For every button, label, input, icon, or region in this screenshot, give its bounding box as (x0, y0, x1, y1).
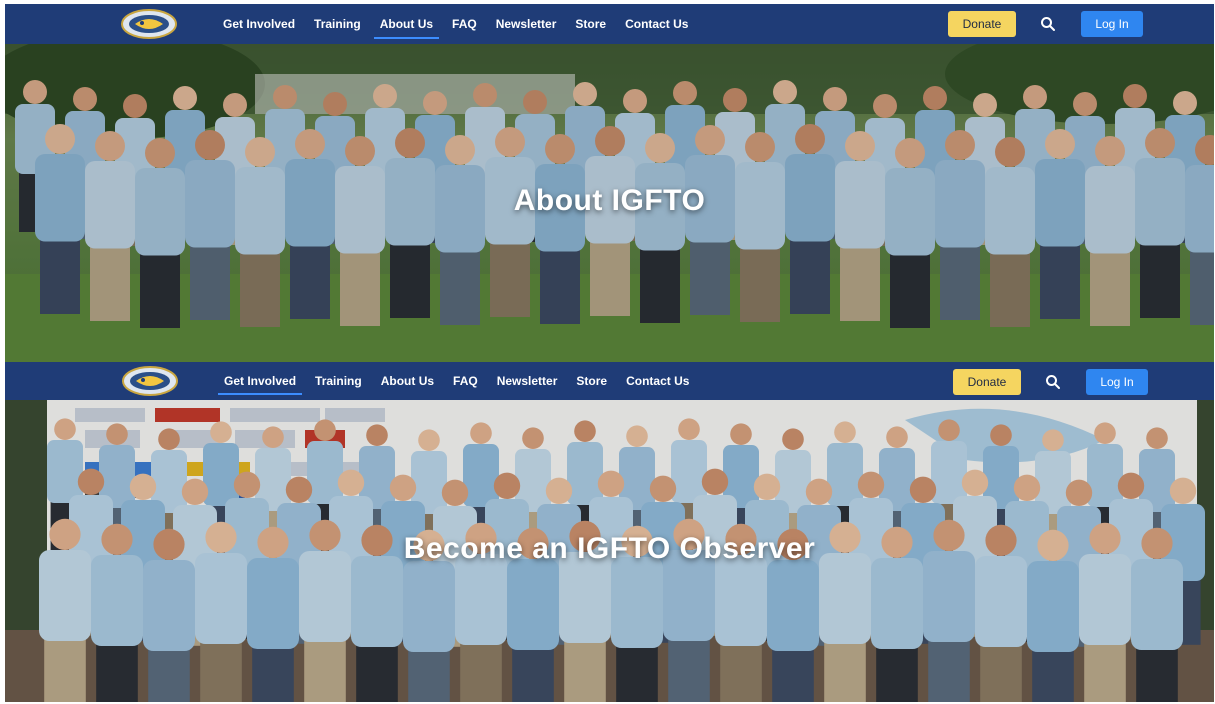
nav-training[interactable]: Training (315, 362, 362, 400)
hero-title: About IGFTO (513, 184, 706, 217)
nav-about-us[interactable]: About Us (373, 4, 440, 44)
top-navbar: Get Involved Training About Us FAQ Newsl… (5, 362, 1214, 400)
nav-contact-us[interactable]: Contact Us (625, 4, 688, 44)
fish-logo-icon[interactable] (122, 366, 178, 396)
donate-button[interactable]: Donate (948, 11, 1016, 37)
hero-banner: About IGFTO (5, 44, 1214, 362)
nav-links: Get Involved Training About Us FAQ Newsl… (223, 4, 707, 44)
search-icon[interactable] (1039, 15, 1057, 33)
nav-newsletter[interactable]: Newsletter (497, 362, 558, 400)
nav-get-involved[interactable]: Get Involved (223, 4, 295, 44)
nav-faq[interactable]: FAQ (452, 4, 477, 44)
screen-about: Get Involved Training About Us FAQ Newsl… (5, 4, 1214, 362)
nav-faq[interactable]: FAQ (453, 362, 478, 400)
top-navbar: Get Involved Training About Us FAQ Newsl… (5, 4, 1214, 44)
screen-observer: Get Involved Training About Us FAQ Newsl… (5, 362, 1214, 702)
hero-title: Become an IGFTO Observer (403, 532, 816, 565)
nav-newsletter[interactable]: Newsletter (496, 4, 557, 44)
nav-get-involved[interactable]: Get Involved (217, 362, 303, 400)
login-button[interactable]: Log In (1081, 11, 1143, 37)
donate-button[interactable]: Donate (953, 369, 1021, 395)
login-button[interactable]: Log In (1086, 369, 1148, 395)
nav-about-us[interactable]: About Us (381, 362, 434, 400)
nav-store[interactable]: Store (576, 362, 607, 400)
nav-links: Get Involved Training About Us FAQ Newsl… (217, 362, 708, 400)
nav-store[interactable]: Store (575, 4, 606, 44)
nav-training[interactable]: Training (314, 4, 361, 44)
fish-logo-icon[interactable] (121, 9, 177, 39)
search-icon[interactable] (1044, 373, 1062, 391)
hero-banner: Become an IGFTO Observer (5, 400, 1214, 702)
nav-contact-us[interactable]: Contact Us (626, 362, 689, 400)
